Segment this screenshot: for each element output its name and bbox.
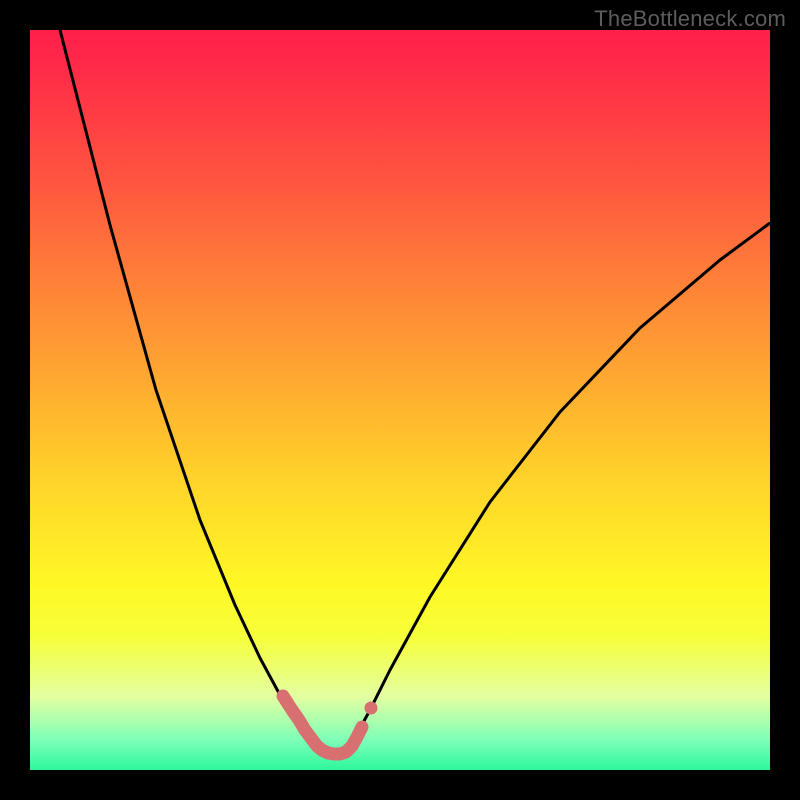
chart-frame: TheBottleneck.com xyxy=(0,0,800,800)
series-bottom-accent-pink xyxy=(283,696,362,754)
series-group xyxy=(60,30,770,756)
plot-area xyxy=(30,30,770,770)
chart-svg xyxy=(30,30,770,770)
series-left-curve-black xyxy=(60,30,322,748)
watermark-text: TheBottleneck.com xyxy=(594,6,786,32)
series-right-curve-black xyxy=(351,223,770,748)
